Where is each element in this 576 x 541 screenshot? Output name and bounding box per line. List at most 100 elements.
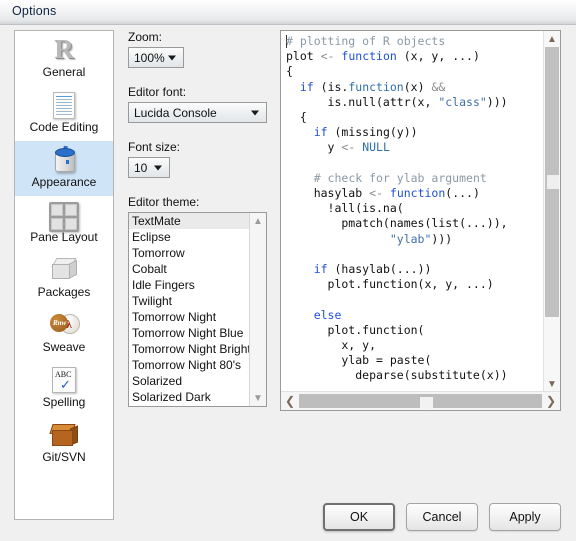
code-token: ))) bbox=[486, 94, 508, 109]
apply-button[interactable]: Apply bbox=[489, 503, 561, 531]
preview-horizontal-scrollbar[interactable]: ❮ ❯ bbox=[281, 391, 560, 410]
code-token: is.null(attr(x, bbox=[286, 94, 439, 109]
font-size-label: Font size: bbox=[128, 140, 181, 154]
code-token: { bbox=[286, 64, 293, 79]
theme-option[interactable]: TextMate bbox=[129, 213, 251, 229]
panes-grid-icon bbox=[49, 202, 79, 232]
theme-option[interactable]: Tomorrow Night Bright bbox=[129, 341, 251, 357]
code-token: "ylab" bbox=[389, 231, 432, 246]
code-line: plot <- function (x, y, ...) bbox=[286, 49, 508, 64]
sidebar-item-label: Git/SVN bbox=[42, 450, 86, 464]
scroll-up-icon[interactable]: ▲ bbox=[544, 31, 560, 47]
theme-option[interactable]: Solarized Dark bbox=[129, 389, 251, 405]
theme-option[interactable]: Tomorrow Night Blue bbox=[129, 325, 251, 341]
category-sidebar[interactable]: R General Code Editing Appearance Pane Layou… bbox=[14, 30, 114, 520]
scroll-down-icon[interactable]: ▼ bbox=[250, 390, 266, 406]
code-line: "ylab"))) bbox=[286, 232, 508, 247]
code-token: function bbox=[389, 186, 446, 201]
paint-can-icon bbox=[49, 145, 79, 174]
sidebar-item-general[interactable]: R General bbox=[15, 31, 113, 86]
code-token: { bbox=[286, 110, 307, 125]
sidebar-item-label: Packages bbox=[37, 285, 91, 299]
sidebar-item-packages[interactable]: Packages bbox=[15, 251, 113, 306]
scroll-down-icon[interactable]: ▼ bbox=[544, 376, 560, 392]
chevron-down-icon bbox=[154, 165, 162, 170]
editor-theme-label: Editor theme: bbox=[128, 195, 200, 209]
scroll-up-icon[interactable]: ▲ bbox=[250, 213, 266, 229]
box-icon bbox=[50, 258, 78, 282]
code-token: else bbox=[313, 307, 342, 322]
theme-option[interactable]: Tomorrow bbox=[129, 245, 251, 261]
crate-icon bbox=[49, 423, 78, 447]
chevron-down-icon bbox=[251, 110, 259, 115]
code-token: (x, y, ...) bbox=[396, 49, 480, 64]
theme-option[interactable]: Eclipse bbox=[129, 229, 251, 245]
theme-option[interactable]: Cobalt bbox=[129, 261, 251, 277]
code-token: if bbox=[313, 262, 328, 277]
code-token: y bbox=[286, 140, 342, 155]
sidebar-item-label: Pane Layout bbox=[30, 230, 98, 244]
editor-font-label: Editor font: bbox=[128, 85, 187, 99]
scroll-right-icon[interactable]: ❯ bbox=[542, 392, 560, 410]
code-line: pmatch(names(list(...)), bbox=[286, 216, 508, 231]
theme-option[interactable]: Tomorrow Night bbox=[129, 309, 251, 325]
sidebar-item-code-editing[interactable]: Code Editing bbox=[15, 86, 113, 141]
options-dialog: Options R General Code Editing Appearance Pa… bbox=[0, 0, 576, 541]
code-token: deparse(substitute(x)) bbox=[286, 368, 508, 383]
code-token: ))) bbox=[431, 231, 453, 246]
sidebar-item-label: Code Editing bbox=[29, 120, 99, 134]
scroll-left-icon[interactable]: ❮ bbox=[281, 392, 299, 410]
theme-option[interactable]: Idle Fingers bbox=[129, 277, 251, 293]
vertical-scroll-thumb[interactable] bbox=[545, 47, 559, 317]
code-line: deparse(substitute(x)) bbox=[286, 368, 508, 383]
theme-list-scrollbar[interactable]: ▲ ▼ bbox=[249, 213, 266, 406]
document-icon bbox=[53, 92, 75, 119]
code-token: (hasylab(...)) bbox=[327, 262, 432, 277]
code-line: ylab = paste( bbox=[286, 353, 508, 368]
editor-theme-listbox[interactable]: TextMate Eclipse Tomorrow Cobalt Idle Finger… bbox=[128, 212, 267, 407]
ok-button[interactable]: OK bbox=[323, 503, 395, 531]
cancel-button[interactable]: Cancel bbox=[406, 503, 478, 531]
sidebar-item-spelling[interactable]: ABC ✓ Spelling bbox=[15, 361, 113, 416]
code-token: NULL bbox=[362, 140, 390, 155]
code-token: plot.function( bbox=[286, 322, 425, 337]
editor-font-select[interactable]: Lucida Console bbox=[128, 102, 267, 123]
zoom-select[interactable]: 100% bbox=[128, 47, 184, 68]
font-size-value: 10 bbox=[134, 160, 148, 175]
sidebar-item-sweave[interactable]: λ Rnw Sweave bbox=[15, 306, 113, 361]
code-line: hasylab <- function(...) bbox=[286, 186, 508, 201]
code-token: ylab = paste( bbox=[286, 353, 432, 368]
code-line: # plotting of R objects bbox=[286, 34, 508, 49]
code-token: plot bbox=[286, 49, 321, 64]
sidebar-item-label: Sweave bbox=[42, 340, 86, 354]
code-token: if bbox=[313, 125, 328, 140]
sidebar-item-pane-layout[interactable]: Pane Layout bbox=[15, 196, 113, 251]
sidebar-item-git-svn[interactable]: Git/SVN bbox=[15, 416, 113, 471]
horizontal-scroll-thumb[interactable] bbox=[299, 394, 542, 409]
font-size-select[interactable]: 10 bbox=[128, 157, 170, 178]
code-line: if (is.function(x) && bbox=[286, 80, 508, 95]
code-token: "class" bbox=[438, 94, 487, 109]
window-title: Options bbox=[12, 4, 57, 18]
preview-vertical-scrollbar[interactable]: ▲ ▼ bbox=[543, 31, 560, 392]
code-line: else bbox=[286, 308, 508, 323]
code-line: if (missing(y)) bbox=[286, 125, 508, 140]
scroll-thumb-grip bbox=[547, 175, 559, 189]
theme-option[interactable]: Solarized bbox=[129, 373, 251, 389]
theme-option[interactable]: Twilight bbox=[129, 293, 251, 309]
editor-font-value: Lucida Console bbox=[134, 105, 217, 120]
code-line: is.null(attr(x, "class"))) bbox=[286, 95, 508, 110]
theme-option[interactable]: Tomorrow Night 80's bbox=[129, 357, 251, 373]
preview-code: # plotting of R objects plot <- function … bbox=[286, 34, 508, 384]
code-token: && bbox=[431, 79, 446, 94]
sidebar-item-label: Appearance bbox=[31, 175, 97, 189]
theme-preview-pane[interactable]: # plotting of R objects plot <- function … bbox=[280, 30, 561, 411]
dialog-body: R General Code Editing Appearance Pane Layou… bbox=[0, 25, 576, 541]
code-token: (x) bbox=[403, 79, 432, 94]
sidebar-item-appearance[interactable]: Appearance bbox=[15, 141, 113, 196]
